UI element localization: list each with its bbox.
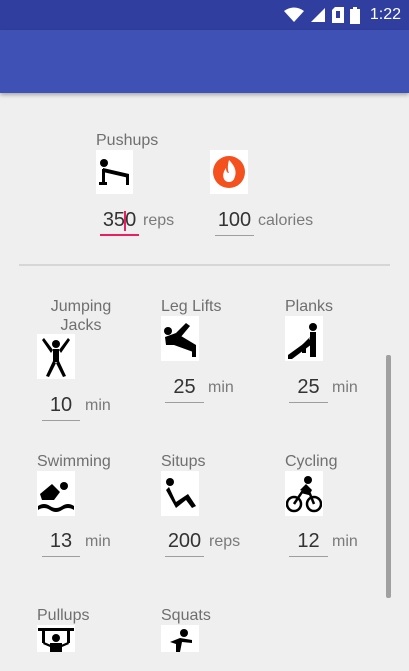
planks-icon[interactable]	[285, 316, 323, 361]
battery-icon	[349, 6, 360, 24]
squats-icon[interactable]	[161, 625, 199, 652]
planks-unit: min	[332, 379, 358, 396]
exercise-label-leg-lifts: Leg Lifts	[161, 298, 222, 315]
featured-exercise-label: Pushups	[96, 132, 159, 149]
swimming-icon[interactable]	[37, 471, 75, 516]
exercise-label-jumping-jacks: Jumping Jacks	[50, 298, 112, 334]
cycling-input[interactable]: 12	[289, 528, 328, 557]
pushups-reps-input[interactable]: 350	[100, 207, 139, 236]
swimming-input[interactable]: 13	[42, 528, 80, 557]
pullups-icon[interactable]	[37, 625, 75, 652]
wifi-icon	[283, 7, 304, 22]
situps-input[interactable]: 200	[165, 528, 204, 557]
cycling-icon[interactable]	[285, 471, 323, 516]
exercise-label-pullups: Pullups	[37, 607, 90, 624]
pushups-unit-label: reps	[143, 212, 175, 229]
section-divider	[19, 264, 390, 266]
leg-lifts-unit: min	[208, 379, 234, 396]
jumping-jacks-icon[interactable]	[37, 334, 75, 379]
exercise-label-swimming: Swimming	[37, 453, 111, 470]
exercise-label-situps: Situps	[161, 453, 206, 470]
flame-icon[interactable]	[210, 150, 248, 194]
sim-icon	[331, 7, 344, 23]
status-icons: 1:22	[283, 5, 401, 25]
swimming-unit: min	[85, 533, 111, 550]
leg-lifts-input[interactable]: 25	[165, 374, 204, 403]
exercise-label-squats: Squats	[161, 607, 211, 624]
planks-input[interactable]: 25	[289, 374, 328, 403]
app-bar	[0, 30, 409, 93]
exercise-label-cycling: Cycling	[285, 453, 338, 470]
jumping-jacks-unit: min	[85, 397, 111, 414]
cycling-unit: min	[332, 533, 358, 550]
exercise-label-planks: Planks	[285, 298, 334, 315]
calories-unit-label: calories	[258, 212, 314, 229]
jumping-jacks-input[interactable]: 10	[42, 392, 80, 421]
leg-lifts-icon[interactable]	[161, 316, 199, 361]
calories-input[interactable]: 100	[215, 207, 254, 236]
situps-unit: reps	[209, 533, 241, 550]
signal-icon	[310, 8, 325, 22]
status-time: 1:22	[369, 6, 401, 23]
scrollbar[interactable]	[386, 355, 391, 598]
status-bar: 1:22	[0, 0, 409, 30]
pushup-icon[interactable]	[96, 150, 133, 194]
situps-icon[interactable]	[161, 471, 199, 516]
